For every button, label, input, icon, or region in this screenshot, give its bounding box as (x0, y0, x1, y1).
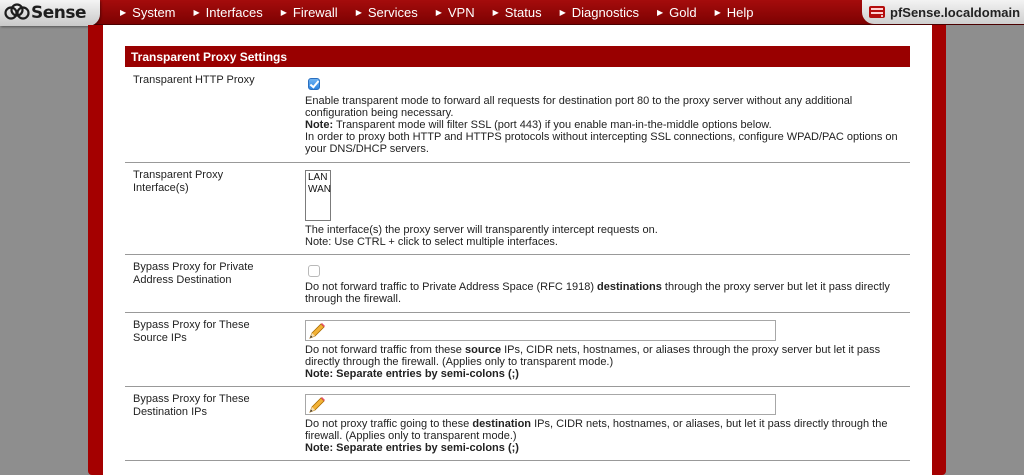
menu-arrow-icon: ▶ (656, 7, 664, 17)
desc-line: The interface(s) the proxy server will t… (305, 224, 658, 236)
desc-emphasis: source (464, 344, 502, 356)
desc-text: Do not proxy traffic going to these (305, 418, 473, 430)
field-label: Bypass Proxy for These Destination IPs (133, 393, 293, 419)
menu-gold[interactable]: ▶ Gold (657, 0, 697, 24)
hostname-box: pfSense.localdomain (862, 0, 1024, 24)
desc-line: In order to proxy both HTTP and HTTPS pr… (305, 131, 898, 143)
desc-line: your DNS/DHCP servers. (305, 143, 429, 155)
bypass-source-ips-input[interactable] (305, 320, 776, 341)
pfsense-logo[interactable]: Sense (0, 0, 100, 26)
menu-arrow-icon: ▶ (714, 7, 721, 17)
note-line: Note: Transparent mode will filter SSL (… (305, 119, 898, 131)
menu-interfaces[interactable]: ▶ Interfaces (194, 0, 263, 24)
note-text: Note: Separate entries by semi-colons (;… (305, 442, 519, 454)
desc-line: Do not proxy traffic going to these dest… (305, 418, 887, 430)
row-transparent-http-proxy: Transparent HTTP Proxy Enable transparen… (125, 67, 910, 163)
label-line: Destination IPs (133, 406, 207, 418)
note-line: Note: Separate entries by semi-colons (;… (305, 442, 887, 454)
pencil-icon (309, 323, 325, 339)
desc-line: configuration being necessary. (305, 107, 454, 119)
main-menu: ▶ System ▶ Interfaces ▶ Firewall ▶ Services … (120, 0, 772, 24)
desc-line: firewall. (Applies only to transparent m… (305, 430, 517, 442)
note-line: Note: Separate entries by semi-colons (;… (305, 368, 880, 380)
menu-firewall[interactable]: ▶ Firewall (281, 0, 338, 24)
desc-text: IPs, CIDR nets, hostnames, or aliases, b… (531, 418, 888, 430)
pfsense-logo-icon (4, 3, 30, 20)
note-text: Transparent mode will filter SSL (port 4… (333, 119, 772, 131)
desc-line: Do not forward traffic from these source… (305, 344, 880, 356)
desc-text: IPs, CIDR nets, hostnames, or aliases th… (501, 344, 881, 356)
pencil-icon (309, 397, 325, 413)
desc-emphasis: destination (472, 418, 532, 430)
desc-text: Do not forward traffic from these (305, 344, 465, 356)
menu-arrow-icon: ▶ (355, 7, 362, 17)
field-label: Bypass Proxy for Private Address Destina… (133, 261, 293, 287)
desc-line: Enable transparent mode to forward all r… (305, 95, 853, 107)
menu-label: Firewall (292, 4, 338, 20)
label-line: Transparent HTTP Proxy (133, 74, 255, 86)
menu-arrow-icon: ▶ (559, 7, 566, 17)
bypass-private-checkbox[interactable] (308, 265, 320, 277)
label-line: Bypass Proxy for Private (133, 261, 254, 273)
field-description: The interface(s) the proxy server will t… (305, 224, 658, 248)
desc-line: directly through the firewall. (Applies … (305, 356, 614, 368)
field-label: Transparent Proxy Interface(s) (133, 169, 293, 195)
row-bypass-source: Bypass Proxy for These Source IPs Do not… (125, 313, 910, 387)
desc-text: Do not forward traffic to Private Addres… (305, 281, 598, 293)
menu-label: Diagnostics (571, 4, 639, 20)
field-description: Do not proxy traffic going to these dest… (305, 418, 887, 454)
row-bypass-destination: Bypass Proxy for These Destination IPs D… (125, 387, 910, 461)
desc-line: Note: Use CTRL + click to select multipl… (305, 236, 558, 248)
label-line: Bypass Proxy for These (133, 319, 250, 331)
desc-text: through the proxy server but let it pass… (661, 281, 890, 293)
menu-arrow-icon: ▶ (120, 7, 127, 17)
field-description: Do not forward traffic to Private Addres… (305, 281, 890, 305)
interface-option-lan[interactable]: LAN (308, 172, 328, 184)
field-label: Bypass Proxy for These Source IPs (133, 319, 293, 345)
server-icon (869, 6, 885, 18)
menu-arrow-icon: ▶ (193, 7, 200, 17)
transparent-http-proxy-checkbox[interactable] (308, 78, 320, 90)
label-line: Interface(s) (133, 182, 189, 194)
hostname: pfSense.localdomain (890, 4, 1021, 20)
field-description: Enable transparent mode to forward all r… (305, 95, 898, 155)
section-title: Transparent Proxy Settings (125, 46, 910, 67)
label-line: Bypass Proxy for These (133, 393, 250, 405)
row-transparent-proxy-interfaces: Transparent Proxy Interface(s) LAN WAN T… (125, 163, 910, 255)
label-line: Address Destination (133, 274, 232, 286)
field-description: Do not forward traffic from these source… (305, 344, 880, 380)
menu-label: Interfaces (205, 4, 263, 20)
label-line: Source IPs (133, 332, 187, 344)
menu-arrow-icon: ▶ (280, 7, 287, 17)
menu-help[interactable]: ▶ Help (715, 0, 754, 24)
menu-arrow-icon: ▶ (492, 7, 499, 17)
menu-label: Help (726, 4, 754, 20)
field-label: Transparent HTTP Proxy (133, 74, 293, 87)
menu-label: Status (504, 4, 542, 20)
logo-text: Sense (31, 3, 87, 23)
desc-line: through the firewall. (305, 293, 401, 305)
row-bypass-private: Bypass Proxy for Private Address Destina… (125, 255, 910, 313)
menu-services[interactable]: ▶ Services (356, 0, 418, 24)
top-nav-bar: Sense ▶ System ▶ Interfaces ▶ Firewall ▶ Ser… (0, 0, 1024, 26)
menu-diagnostics[interactable]: ▶ Diagnostics (560, 0, 639, 24)
note-label: Note: (305, 119, 334, 131)
bypass-destination-ips-input[interactable] (305, 394, 776, 415)
menu-label: Services (367, 4, 418, 20)
menu-label: VPN (447, 4, 475, 20)
menu-label: System (132, 4, 176, 20)
menu-system[interactable]: ▶ System (120, 0, 176, 24)
interface-option-wan[interactable]: WAN (308, 184, 331, 196)
menu-label: Gold (669, 4, 697, 20)
interfaces-multiselect[interactable]: LAN WAN (305, 170, 331, 221)
desc-line: Do not forward traffic to Private Addres… (305, 281, 890, 293)
desc-emphasis: destinations (597, 281, 662, 293)
menu-arrow-icon: ▶ (435, 7, 442, 17)
menu-status[interactable]: ▶ Status (493, 0, 542, 24)
menu-vpn[interactable]: ▶ VPN (436, 0, 475, 24)
note-text: Note: Separate entries by semi-colons (;… (305, 368, 519, 380)
label-line: Transparent Proxy (133, 169, 224, 181)
